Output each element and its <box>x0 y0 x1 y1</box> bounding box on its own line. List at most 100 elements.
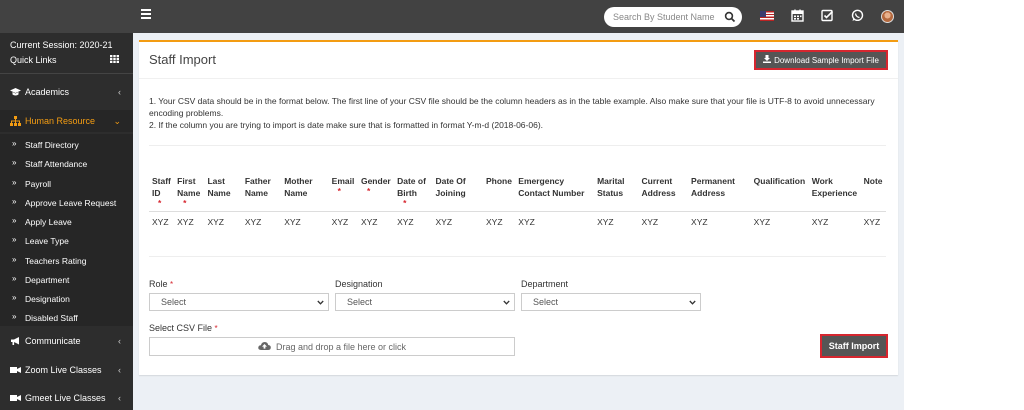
menu-icon[interactable] <box>141 9 151 23</box>
sidebar-item-disabled-staff[interactable]: » Disabled Staff <box>0 308 133 327</box>
column-header: Marital Status <box>594 169 639 212</box>
sidebar-item-designation[interactable]: » Designation <box>0 289 133 308</box>
search-icon[interactable] <box>724 11 736 23</box>
table-cell: XYZ <box>284 217 301 227</box>
sidebar-item-staff-directory[interactable]: » Staff Directory <box>0 135 133 154</box>
table-cell: XYZ <box>485 217 503 227</box>
sidebar-item-zoom-live-classes[interactable]: Zoom Live Classes ‹ <box>0 359 133 381</box>
import-instructions: 1. Your CSV data should be in the format… <box>149 95 889 131</box>
sidebar-item-payroll[interactable]: » Payroll <box>0 174 133 193</box>
department-select-value: Select <box>533 297 559 307</box>
column-header-label: Father Name <box>244 176 271 198</box>
column-header: Permanent Address <box>688 169 751 212</box>
sidebar-item-department[interactable]: » Department <box>0 270 133 289</box>
column-header: Email * <box>328 169 358 212</box>
chevron-down-icon: ⌄ <box>113 116 121 126</box>
sidebar-item-approve-leave-request[interactable]: » Approve Leave Request <box>0 193 133 212</box>
flag-icon[interactable] <box>760 11 774 21</box>
column-header-label: Emergency Contact Number <box>518 176 585 198</box>
sidebar-item-label: Staff Directory <box>25 140 79 150</box>
table-cell: XYZ <box>641 217 659 227</box>
chevron-left-icon: ‹ <box>118 87 121 97</box>
top-navbar <box>0 0 904 33</box>
department-label: Department <box>521 279 569 289</box>
sidebar-item-gmeet-live-classes[interactable]: Gmeet Live Classes ‹ <box>0 387 133 409</box>
designation-select-value: Select <box>347 297 373 307</box>
role-select-value: Select <box>161 297 187 307</box>
required-mark: * <box>183 198 187 208</box>
role-label: Role * <box>149 279 173 289</box>
double-chevron-icon: » <box>12 235 17 244</box>
column-header: Emergency Contact Number <box>515 169 595 212</box>
sidebar-item-label: Academics <box>25 87 70 97</box>
file-dropzone[interactable]: Drag and drop a file here or click <box>149 337 515 356</box>
sidebar-item-academics[interactable]: Academics ‹ <box>0 81 133 103</box>
column-header-label: Date of Birth <box>397 176 426 198</box>
column-header: Date Of Joining <box>432 169 483 212</box>
sidebar-item-staff-attendance[interactable]: » Staff Attendance <box>0 154 133 173</box>
staff-import-button[interactable]: Staff Import <box>820 334 888 358</box>
sidebar-item-leave-type[interactable]: » Leave Type <box>0 231 133 250</box>
role-select[interactable]: Select <box>149 293 329 311</box>
designation-select[interactable]: Select <box>335 293 515 311</box>
divider <box>139 78 898 79</box>
chevron-down-icon <box>503 298 510 305</box>
double-chevron-icon: » <box>12 178 17 187</box>
double-chevron-icon: » <box>12 139 17 148</box>
double-chevron-icon: » <box>12 255 17 264</box>
column-header: Phone <box>482 169 516 212</box>
column-header: Qualification <box>750 169 809 212</box>
column-header-label: Permanent Address <box>691 176 735 198</box>
table-cell: XYZ <box>597 217 614 227</box>
user-avatar[interactable] <box>881 10 894 23</box>
required-mark: * <box>158 198 162 208</box>
grid-icon[interactable] <box>110 55 119 63</box>
chevron-down-icon <box>689 298 696 305</box>
sidebar-item-teachers-rating[interactable]: » Teachers Rating <box>0 251 133 270</box>
download-sample-button[interactable]: Download Sample Import File <box>754 50 888 70</box>
main-content: Staff Import Download Sample Import File… <box>133 33 904 410</box>
column-header-label: Marital Status <box>597 176 625 198</box>
checklist-icon[interactable] <box>821 9 836 24</box>
search-input[interactable] <box>613 10 719 24</box>
chevron-left-icon: ‹ <box>118 365 121 375</box>
graduation-cap-icon <box>10 87 21 97</box>
csv-file-label: Select CSV File * <box>149 323 218 333</box>
cloud-upload-icon <box>258 341 271 352</box>
column-header-label: Last Name <box>207 176 231 198</box>
video-camera-icon <box>10 365 21 375</box>
required-mark: * <box>170 280 174 289</box>
sidebar-item-human-resource[interactable]: Human Resource ⌄ <box>0 110 133 132</box>
table-cell: XYZ <box>518 217 535 227</box>
required-mark: * <box>366 186 371 196</box>
table-cell: XYZ <box>435 217 453 227</box>
sidebar-divider <box>0 73 133 74</box>
designation-label: Designation <box>335 279 383 289</box>
table-cell: XYZ <box>207 217 224 227</box>
column-header: Gender * <box>357 169 395 212</box>
whatsapp-icon[interactable] <box>851 9 866 24</box>
divider <box>149 145 886 146</box>
human-resource-submenu: » Staff Directory » Staff Attendance » Payr… <box>0 134 133 326</box>
current-session: Current Session: 2020-21 <box>10 40 113 50</box>
column-header-label: Phone <box>485 176 512 186</box>
department-select[interactable]: Select <box>521 293 701 311</box>
sidebar-item-communicate[interactable]: Communicate ‹ <box>0 330 133 352</box>
table-cell: XYZ <box>177 217 194 227</box>
required-mark: * <box>337 186 341 196</box>
sidebar-item-apply-leave[interactable]: » Apply Leave <box>0 212 133 231</box>
table-cell: XYZ <box>753 217 771 227</box>
column-header: Note <box>860 169 886 212</box>
quick-links[interactable]: Quick Links <box>10 55 57 65</box>
table-cell: XYZ <box>691 217 708 227</box>
column-header-label: Staff ID <box>152 176 171 198</box>
table-cell: XYZ <box>331 217 349 227</box>
instruction-line: 1. Your CSV data should be in the format… <box>149 96 875 118</box>
column-header-label: Mother Name <box>284 176 313 198</box>
search-box <box>604 7 742 27</box>
calendar-icon[interactable] <box>791 9 806 24</box>
double-chevron-icon: » <box>12 216 17 225</box>
double-chevron-icon: » <box>12 312 17 321</box>
download-sample-label: Download Sample Import File <box>774 55 879 65</box>
table-cell: XYZ <box>811 217 829 227</box>
